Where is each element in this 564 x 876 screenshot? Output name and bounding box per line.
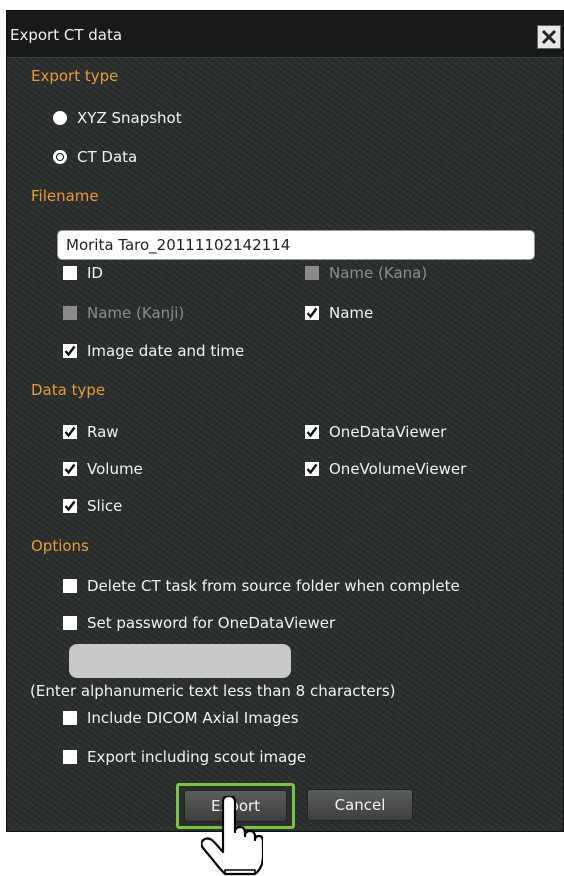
checkbox-scout-image[interactable]: Export including scout image <box>63 748 306 766</box>
checkbox-box[interactable] <box>305 425 319 439</box>
checkmark-icon <box>306 426 318 438</box>
checkbox-set-password[interactable]: Set password for OneDataViewer <box>63 614 335 632</box>
checkbox-label: Raw <box>87 423 119 441</box>
password-hint: (Enter alphanumeric text less than 8 cha… <box>30 682 396 700</box>
checkbox-box[interactable] <box>63 344 77 358</box>
radio-indicator[interactable] <box>53 111 67 125</box>
filename-input[interactable] <box>57 230 535 260</box>
checkmark-icon <box>64 345 76 357</box>
radio-xyz-snapshot[interactable]: XYZ Snapshot <box>53 109 182 127</box>
checkbox-name-kanji: Name (Kanji) <box>63 304 184 322</box>
checkbox-label: ID <box>87 264 103 282</box>
checkbox-box[interactable] <box>63 579 77 593</box>
section-options: Options <box>31 537 89 555</box>
checkbox-label: Export including scout image <box>87 748 307 766</box>
checkbox-label: Image date and time <box>87 342 245 360</box>
checkbox-delete-ct-task[interactable]: Delete CT task from source folder when c… <box>63 577 460 595</box>
checkbox-label: Slice <box>87 497 123 515</box>
checkbox-label: Delete CT task from source folder when c… <box>87 577 460 595</box>
export-ct-dialog: Export CT data Export type XYZ Snapshot … <box>6 10 564 832</box>
checkbox-box <box>63 306 77 320</box>
radio-ct-data[interactable]: CT Data <box>53 148 137 166</box>
checkbox-name-kana: Name (Kana) <box>305 264 427 282</box>
checkbox-box[interactable] <box>305 306 319 320</box>
checkbox-box[interactable] <box>305 462 319 476</box>
close-icon <box>541 29 557 45</box>
checkbox-label: Name <box>329 304 374 322</box>
checkbox-volume[interactable]: Volume <box>63 460 143 478</box>
checkbox-box[interactable] <box>63 616 77 630</box>
checkmark-icon <box>306 463 318 475</box>
password-input[interactable] <box>69 644 291 678</box>
section-filename: Filename <box>31 187 99 205</box>
radio-indicator[interactable] <box>53 150 67 164</box>
checkbox-id[interactable]: ID <box>63 264 103 282</box>
checkbox-onedataviewer[interactable]: OneDataViewer <box>305 423 446 441</box>
checkbox-raw[interactable]: Raw <box>63 423 119 441</box>
checkbox-include-dicom[interactable]: Include DICOM Axial Images <box>63 709 299 727</box>
checkbox-box[interactable] <box>63 750 77 764</box>
dialog-title: Export CT data <box>10 26 123 44</box>
checkbox-onevolumeviewer[interactable]: OneVolumeViewer <box>305 460 466 478</box>
checkbox-label: Set password for OneDataViewer <box>87 614 336 632</box>
checkbox-box[interactable] <box>63 499 77 513</box>
checkbox-image-date-time[interactable]: Image date and time <box>63 342 244 360</box>
checkbox-label: Include DICOM Axial Images <box>87 709 299 727</box>
checkbox-box <box>305 266 319 280</box>
hand-pointer-icon <box>201 796 263 876</box>
checkmark-icon <box>64 426 76 438</box>
checkmark-icon <box>64 463 76 475</box>
cancel-button[interactable]: Cancel <box>307 789 413 821</box>
checkbox-label: Name (Kanji) <box>87 304 185 322</box>
checkbox-box[interactable] <box>63 462 77 476</box>
checkbox-box[interactable] <box>63 425 77 439</box>
checkbox-slice[interactable]: Slice <box>63 497 122 515</box>
section-data-type: Data type <box>31 381 106 399</box>
checkbox-label: OneVolumeViewer <box>329 460 467 478</box>
checkmark-icon <box>64 500 76 512</box>
dialog-titlebar: Export CT data <box>7 11 563 58</box>
section-export-type: Export type <box>31 67 119 85</box>
checkbox-box[interactable] <box>63 711 77 725</box>
close-button[interactable] <box>537 25 561 49</box>
checkbox-label: OneDataViewer <box>329 423 447 441</box>
checkbox-box[interactable] <box>63 266 77 280</box>
checkbox-label: Volume <box>87 460 143 478</box>
checkbox-name[interactable]: Name <box>305 304 373 322</box>
radio-label: XYZ Snapshot <box>77 109 182 127</box>
checkmark-icon <box>306 307 318 319</box>
checkbox-label: Name (Kana) <box>329 264 428 282</box>
radio-label: CT Data <box>77 148 138 166</box>
